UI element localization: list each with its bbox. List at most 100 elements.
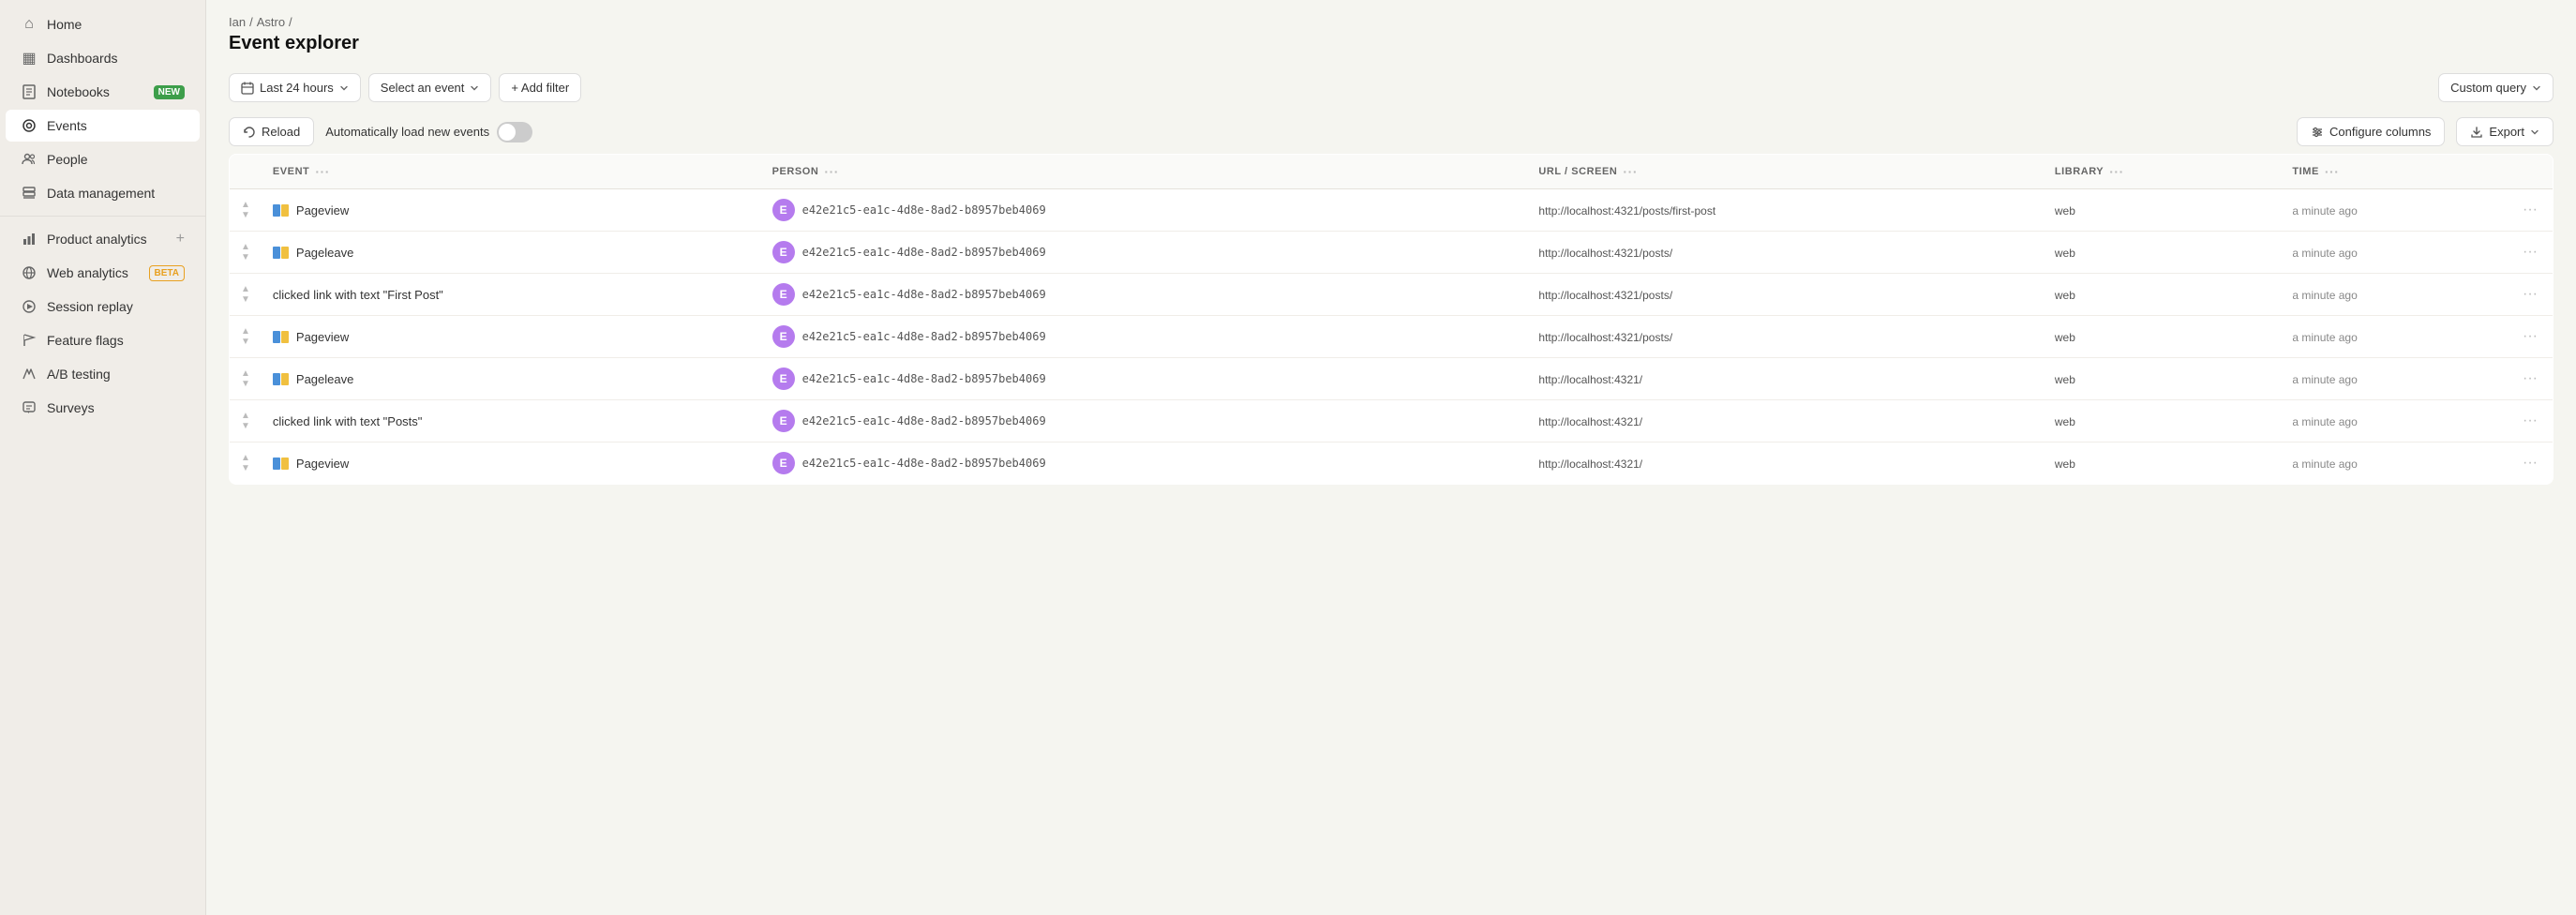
sidebar-item-dashboards[interactable]: ▦ Dashboards bbox=[6, 42, 200, 74]
row-menu-button[interactable]: ··· bbox=[2519, 326, 2541, 346]
url-cell: http://localhost:4321/posts/ bbox=[1527, 274, 2043, 316]
expand-cell: ▲ ▼ bbox=[230, 358, 262, 400]
add-filter-button[interactable]: + Add filter bbox=[499, 73, 581, 102]
row-actions-col-header bbox=[2508, 155, 2553, 189]
row-menu-button[interactable]: ··· bbox=[2519, 242, 2541, 262]
time-value: a minute ago bbox=[2292, 415, 2357, 428]
url-value: http://localhost:4321/ bbox=[1538, 415, 1642, 428]
sidebar-item-people[interactable]: People bbox=[6, 143, 200, 175]
configure-columns-label: Configure columns bbox=[2329, 125, 2431, 139]
table-row[interactable]: ▲ ▼ Pageleave E e42e21c5-ea1c-4d8e-8ad2-… bbox=[230, 232, 2554, 274]
select-event-button[interactable]: Select an event bbox=[368, 73, 492, 102]
sidebar-label-home: Home bbox=[47, 17, 82, 32]
configure-columns-button[interactable]: Configure columns bbox=[2297, 117, 2445, 146]
person-id[interactable]: e42e21c5-ea1c-4d8e-8ad2-b8957beb4069 bbox=[802, 330, 1046, 343]
sidebar-item-product-analytics[interactable]: Product analytics + bbox=[6, 223, 200, 255]
calendar-icon bbox=[241, 82, 254, 95]
table-row[interactable]: ▲ ▼ Pageview E e42e21c5-ea1c-4d8e-8ad2-b… bbox=[230, 442, 2554, 485]
library-value: web bbox=[2055, 458, 2075, 471]
reload-button[interactable]: Reload bbox=[229, 117, 314, 146]
library-col-dots[interactable]: ··· bbox=[2109, 164, 2124, 179]
person-cell: E e42e21c5-ea1c-4d8e-8ad2-b8957beb4069 bbox=[761, 358, 1528, 400]
table-row[interactable]: ▲ ▼ clicked link with text "Posts" E e42… bbox=[230, 400, 2554, 442]
events-icon bbox=[21, 117, 37, 134]
person-id[interactable]: e42e21c5-ea1c-4d8e-8ad2-b8957beb4069 bbox=[802, 288, 1046, 301]
library-cell: web bbox=[2044, 232, 2282, 274]
product-analytics-add-icon[interactable]: + bbox=[176, 231, 185, 248]
event-col-dots[interactable]: ··· bbox=[315, 164, 330, 179]
row-actions-cell: ··· bbox=[2508, 189, 2553, 232]
table-row[interactable]: ▲ ▼ clicked link with text "First Post" … bbox=[230, 274, 2554, 316]
sidebar-item-feature-flags[interactable]: Feature flags bbox=[6, 324, 200, 356]
breadcrumb-ian[interactable]: Ian bbox=[229, 15, 246, 29]
person-avatar: E bbox=[772, 410, 795, 432]
time-filter-button[interactable]: Last 24 hours bbox=[229, 73, 361, 102]
sidebar-label-ab-testing: A/B testing bbox=[47, 367, 111, 382]
sidebar-item-data-management[interactable]: Data management bbox=[6, 177, 200, 209]
sidebar-item-notebooks[interactable]: Notebooks NEW bbox=[6, 76, 200, 108]
person-cell: E e42e21c5-ea1c-4d8e-8ad2-b8957beb4069 bbox=[761, 274, 1528, 316]
person-id[interactable]: e42e21c5-ea1c-4d8e-8ad2-b8957beb4069 bbox=[802, 203, 1046, 217]
time-cell: a minute ago bbox=[2281, 316, 2508, 358]
event-flag-icon bbox=[273, 458, 289, 470]
library-value: web bbox=[2055, 289, 2075, 302]
expand-arrows[interactable]: ▲ ▼ bbox=[241, 284, 250, 305]
expand-arrows[interactable]: ▲ ▼ bbox=[241, 453, 250, 473]
sidebar-item-session-replay[interactable]: Session replay bbox=[6, 291, 200, 322]
expand-cell: ▲ ▼ bbox=[230, 274, 262, 316]
export-chevron-icon bbox=[2530, 128, 2539, 137]
expand-arrows[interactable]: ▲ ▼ bbox=[241, 200, 250, 220]
row-actions-cell: ··· bbox=[2508, 316, 2553, 358]
person-id[interactable]: e42e21c5-ea1c-4d8e-8ad2-b8957beb4069 bbox=[802, 372, 1046, 385]
person-id[interactable]: e42e21c5-ea1c-4d8e-8ad2-b8957beb4069 bbox=[802, 246, 1046, 259]
header: Ian / Astro / Event explorer bbox=[206, 0, 2576, 66]
url-col-dots[interactable]: ··· bbox=[1623, 164, 1638, 179]
library-cell: web bbox=[2044, 189, 2282, 232]
web-analytics-icon bbox=[21, 264, 37, 281]
person-id[interactable]: e42e21c5-ea1c-4d8e-8ad2-b8957beb4069 bbox=[802, 457, 1046, 470]
auto-load-toggle-group: Automatically load new events bbox=[325, 122, 532, 142]
person-avatar: E bbox=[772, 368, 795, 390]
expand-arrows[interactable]: ▲ ▼ bbox=[241, 326, 250, 347]
library-cell: web bbox=[2044, 316, 2282, 358]
expand-arrows[interactable]: ▲ ▼ bbox=[241, 242, 250, 262]
person-col-dots[interactable]: ··· bbox=[824, 164, 839, 179]
export-button[interactable]: Export bbox=[2456, 117, 2554, 146]
row-menu-button[interactable]: ··· bbox=[2519, 453, 2541, 472]
data-management-icon bbox=[21, 185, 37, 202]
sidebar-item-web-analytics[interactable]: Web analytics BETA bbox=[6, 257, 200, 289]
row-menu-button[interactable]: ··· bbox=[2519, 411, 2541, 430]
sidebar-item-events[interactable]: Events bbox=[6, 110, 200, 142]
url-cell: http://localhost:4321/ bbox=[1527, 358, 2043, 400]
library-cell: web bbox=[2044, 274, 2282, 316]
time-value: a minute ago bbox=[2292, 331, 2357, 344]
event-name: clicked link with text "Posts" bbox=[273, 414, 423, 428]
expand-arrows[interactable]: ▲ ▼ bbox=[241, 368, 250, 389]
person-col-header: PERSON ··· bbox=[761, 155, 1528, 189]
table-row[interactable]: ▲ ▼ Pageview E e42e21c5-ea1c-4d8e-8ad2-b… bbox=[230, 316, 2554, 358]
expand-arrows[interactable]: ▲ ▼ bbox=[241, 411, 250, 431]
auto-load-toggle[interactable] bbox=[497, 122, 532, 142]
custom-query-chevron-icon bbox=[2532, 83, 2541, 93]
table-row[interactable]: ▲ ▼ Pageview E e42e21c5-ea1c-4d8e-8ad2-b… bbox=[230, 189, 2554, 232]
url-cell: http://localhost:4321/ bbox=[1527, 400, 2043, 442]
time-cell: a minute ago bbox=[2281, 358, 2508, 400]
person-avatar: E bbox=[772, 325, 795, 348]
library-value: web bbox=[2055, 373, 2075, 386]
event-cell: clicked link with text "First Post" bbox=[262, 274, 761, 316]
row-menu-button[interactable]: ··· bbox=[2519, 200, 2541, 219]
custom-query-label: Custom query bbox=[2450, 81, 2526, 95]
row-menu-button[interactable]: ··· bbox=[2519, 368, 2541, 388]
sidebar-item-home[interactable]: ⌂ Home bbox=[6, 8, 200, 40]
custom-query-button[interactable]: Custom query bbox=[2438, 73, 2554, 102]
row-menu-button[interactable]: ··· bbox=[2519, 284, 2541, 304]
time-col-dots[interactable]: ··· bbox=[2325, 164, 2340, 179]
sidebar-item-ab-testing[interactable]: A/B testing bbox=[6, 358, 200, 390]
time-value: a minute ago bbox=[2292, 289, 2357, 302]
expand-cell: ▲ ▼ bbox=[230, 189, 262, 232]
person-id[interactable]: e42e21c5-ea1c-4d8e-8ad2-b8957beb4069 bbox=[802, 414, 1046, 428]
sidebar-label-feature-flags: Feature flags bbox=[47, 333, 124, 348]
sidebar-item-surveys[interactable]: Surveys bbox=[6, 392, 200, 424]
breadcrumb-astro[interactable]: Astro bbox=[257, 15, 285, 29]
table-row[interactable]: ▲ ▼ Pageleave E e42e21c5-ea1c-4d8e-8ad2-… bbox=[230, 358, 2554, 400]
